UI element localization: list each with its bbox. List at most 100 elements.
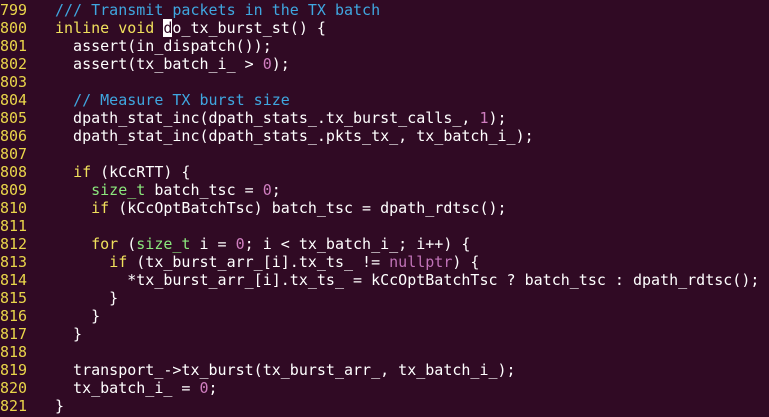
code-text[interactable]: assert(in_dispatch()); (38, 37, 272, 55)
line-number: 817 (0, 325, 28, 343)
code-token: ; (271, 181, 281, 199)
code-token: assert(tx_batch_i_ > (55, 55, 263, 73)
code-line[interactable]: 805 dpath_stat_inc(dpath_stats_.tx_burst… (0, 109, 769, 127)
line-number: 809 (0, 181, 28, 199)
code-text[interactable]: *tx_burst_arr_[i].tx_ts_ = kCcOptBatchTs… (38, 271, 759, 289)
line-number: 801 (0, 37, 28, 55)
code-line[interactable]: 816 } (0, 307, 769, 325)
code-token: for (91, 235, 119, 253)
code-token: ( (118, 235, 137, 253)
code-token: } (55, 289, 119, 307)
code-text[interactable]: dpath_stat_inc(dpath_stats_.tx_burst_cal… (38, 109, 507, 127)
code-text[interactable]: } (38, 307, 100, 325)
code-token: ; i < tx_batch_i_; i++) { (244, 235, 471, 253)
code-token: size_t (91, 181, 146, 199)
code-text[interactable]: if (kCcRTT) { (38, 163, 190, 181)
code-line[interactable]: 799 /// Transmit packets in the TX batch (0, 1, 769, 19)
code-line[interactable]: 807 (0, 145, 769, 163)
code-token: } (55, 307, 101, 325)
code-line[interactable]: 803 (0, 73, 769, 91)
code-token: *tx_burst_arr_[i].tx_ts_ = kCcOptBatchTs… (55, 271, 760, 289)
line-number: 814 (0, 271, 28, 289)
code-token: assert(in_dispatch()); (55, 37, 272, 55)
code-line[interactable]: 801 assert(in_dispatch()); (0, 37, 769, 55)
code-line[interactable]: 819 transport_->tx_burst(tx_burst_arr_, … (0, 361, 769, 379)
line-number: 803 (0, 73, 28, 91)
code-token: ); (488, 109, 507, 127)
line-number: 812 (0, 235, 28, 253)
code-token: ; (208, 379, 218, 397)
line-number: 804 (0, 91, 28, 109)
code-text[interactable]: transport_->tx_burst(tx_burst_arr_, tx_b… (38, 361, 516, 379)
code-text[interactable]: } (38, 397, 64, 415)
code-line[interactable]: 811 (0, 217, 769, 235)
code-text[interactable]: assert(tx_batch_i_ > 0); (38, 55, 290, 73)
code-token: void (118, 19, 155, 37)
code-line[interactable]: 821} (0, 397, 769, 415)
code-line[interactable]: 814 *tx_burst_arr_[i].tx_ts_ = kCcOptBat… (0, 271, 769, 289)
code-text[interactable]: dpath_stat_inc(dpath_stats_.pkts_tx_, tx… (38, 127, 534, 145)
code-token: dpath_stat_inc(dpath_stats_.pkts_tx_, tx… (55, 127, 534, 145)
code-line[interactable]: 815 } (0, 289, 769, 307)
line-number: 811 (0, 217, 28, 235)
code-token: (tx_burst_arr_[i].tx_ts_ != (127, 253, 390, 271)
code-line[interactable]: 820 tx_batch_i_ = 0; (0, 379, 769, 397)
line-number: 816 (0, 307, 28, 325)
code-token: 0 (235, 235, 245, 253)
code-line[interactable]: 810 if (kCcOptBatchTsc) batch_tsc = dpat… (0, 199, 769, 217)
code-token: 0 (262, 181, 272, 199)
code-line[interactable]: 812 for (size_t i = 0; i < tx_batch_i_; … (0, 235, 769, 253)
code-line[interactable]: 818 (0, 343, 769, 361)
code-text[interactable]: if (kCcOptBatchTsc) batch_tsc = dpath_rd… (38, 199, 507, 217)
code-line[interactable]: 804 // Measure TX burst size (0, 91, 769, 109)
code-token: // Measure TX burst size (73, 91, 290, 109)
line-number: 818 (0, 343, 28, 361)
code-text[interactable]: } (38, 289, 118, 307)
line-number: 806 (0, 127, 28, 145)
code-token: if (91, 199, 110, 217)
code-text[interactable]: if (tx_burst_arr_[i].tx_ts_ != nullptr) … (38, 253, 479, 271)
line-number: 799 (0, 1, 28, 19)
code-line[interactable]: 802 assert(tx_batch_i_ > 0); (0, 55, 769, 73)
code-text[interactable]: for (size_t i = 0; i < tx_batch_i_; i++)… (38, 235, 470, 253)
code-line[interactable]: 806 dpath_stat_inc(dpath_stats_.pkts_tx_… (0, 127, 769, 145)
line-number: 815 (0, 289, 28, 307)
line-number: 821 (0, 397, 28, 415)
code-token: (kCcRTT) { (91, 163, 191, 181)
line-number: 810 (0, 199, 28, 217)
code-token: 0 (199, 379, 209, 397)
code-line[interactable]: 800 inline void do_tx_burst_st() { (0, 19, 769, 37)
code-editor[interactable]: 799/// Transmit packets in the TX batch 8… (0, 0, 769, 417)
code-text[interactable]: inline void do_tx_burst_st() { (38, 19, 326, 37)
code-text[interactable]: /// Transmit packets in the TX batch (38, 1, 380, 19)
code-text[interactable]: size_t batch_tsc = 0; (38, 181, 281, 199)
code-token: tx_batch_i_ = (55, 379, 200, 397)
code-text[interactable]: tx_batch_i_ = 0; (38, 379, 218, 397)
code-token: 0 (262, 55, 272, 73)
code-text[interactable]: } (38, 325, 82, 343)
code-token: o_tx_burst_st() { (172, 19, 326, 37)
code-token: batch_tsc = (145, 181, 263, 199)
code-line[interactable]: 817 } (0, 325, 769, 343)
code-token: dpath_stat_inc(dpath_stats_.tx_burst_cal… (55, 109, 480, 127)
code-token: (kCcOptBatchTsc) batch_tsc = dpath_rdtsc… (109, 199, 507, 217)
code-line[interactable]: 808 if (kCcRTT) { (0, 163, 769, 181)
code-token: size_t (136, 235, 191, 253)
code-token: if (109, 253, 128, 271)
code-line[interactable]: 809 size_t batch_tsc = 0; (0, 181, 769, 199)
line-number: 819 (0, 361, 28, 379)
line-number: 807 (0, 145, 28, 163)
code-token: if (73, 163, 92, 181)
code-line[interactable]: 813 if (tx_burst_arr_[i].tx_ts_ != nullp… (0, 253, 769, 271)
line-number: 802 (0, 55, 28, 73)
code-token: ) { (452, 253, 480, 271)
code-token: ); (271, 55, 290, 73)
code-token: i = (190, 235, 236, 253)
code-text[interactable]: // Measure TX burst size (38, 91, 290, 109)
